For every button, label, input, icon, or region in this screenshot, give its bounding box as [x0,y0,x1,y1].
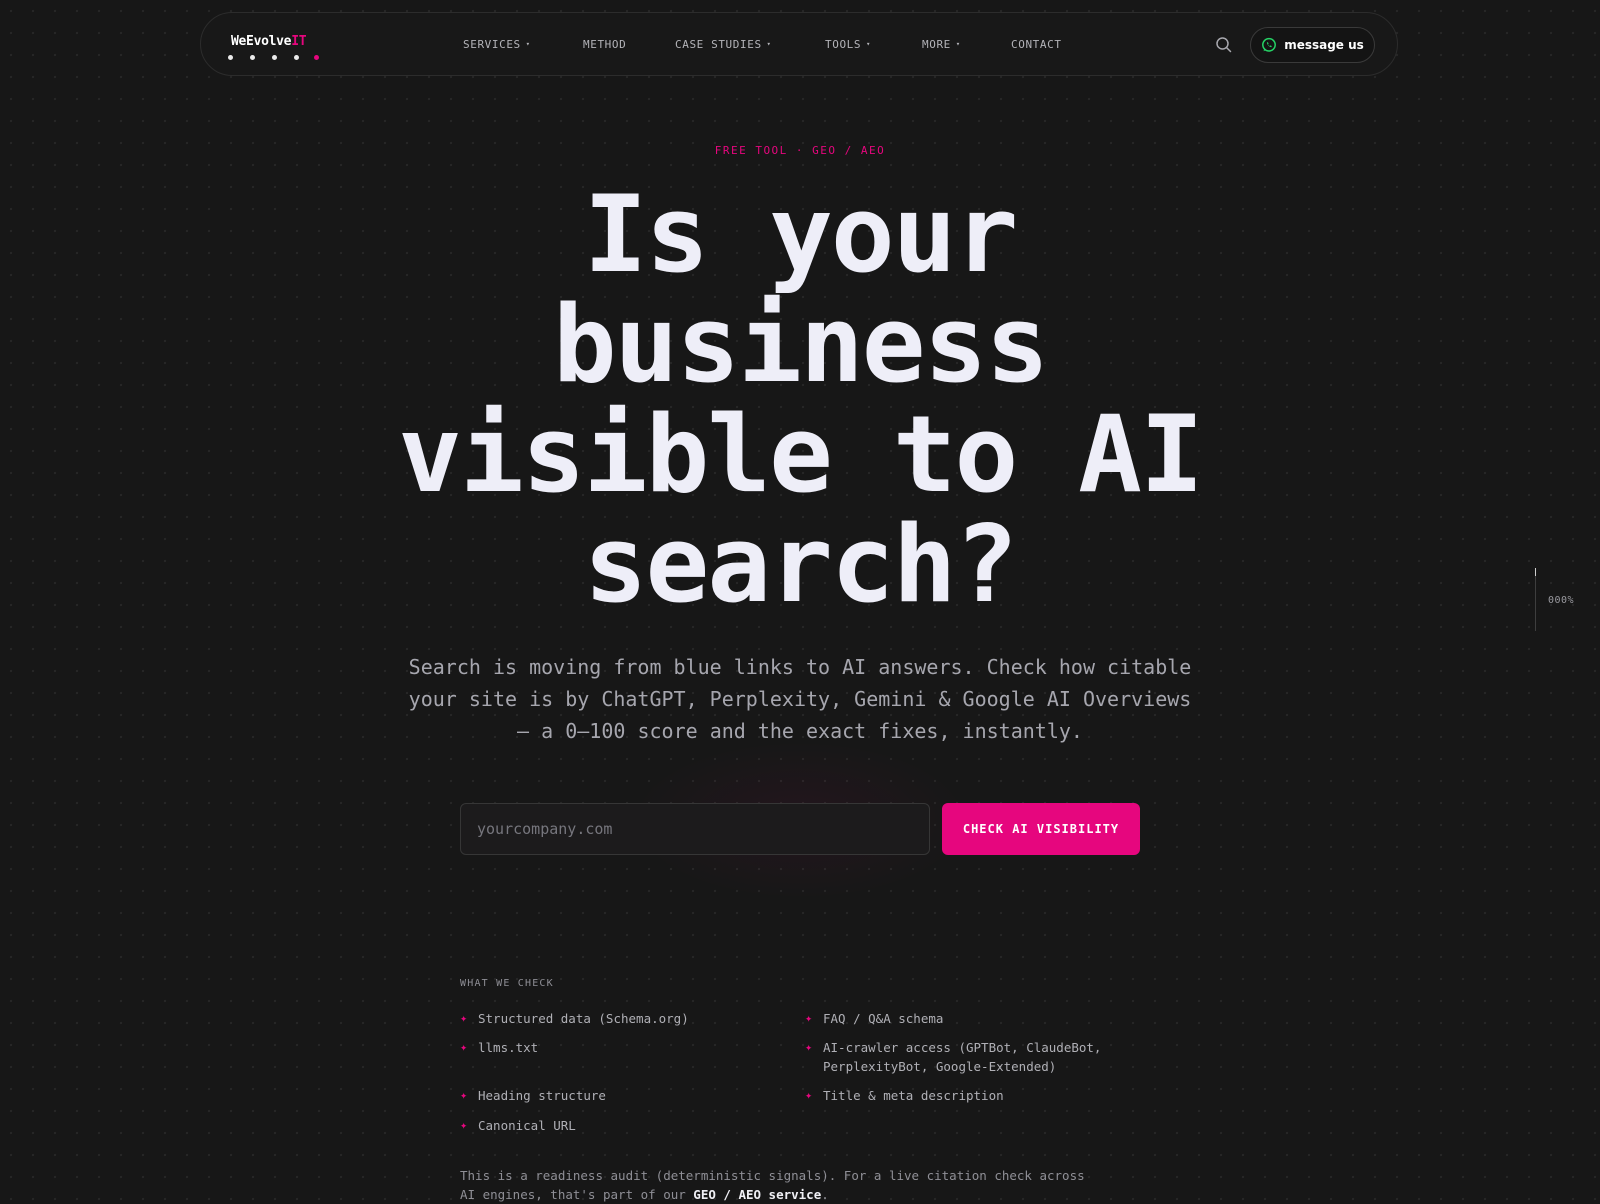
sparkle-icon: ✦ [805,1040,813,1054]
nav-item-tools[interactable]: TOOLS ▾ [825,38,871,51]
chevron-down-icon: ▾ [525,40,531,48]
check-item: ✦ Canonical URL [460,1118,576,1133]
check-item: ✦ llms.txt [460,1040,539,1055]
logo[interactable]: WeEvolveIT [228,30,319,60]
sparkle-icon: ✦ [460,1040,468,1054]
nav-item-more[interactable]: MORE ▾ [922,38,961,51]
footnote: This is a readiness audit (deterministic… [460,1168,1085,1202]
whatsapp-icon [1262,37,1277,52]
chevron-down-icon: ▾ [955,40,961,48]
nav-item-services[interactable]: SERVICES ▾ [463,38,531,51]
hero-eyebrow: FREE TOOL · GEO / AEO [714,144,886,157]
hero-headline: Is your business visible to AI search? [0,180,1600,620]
scroll-progress-track [1535,568,1536,631]
top-navigation: WeEvolveIT SERVICES ▾ METHOD CASE STUDIES… [200,12,1398,76]
nav-item-case-studies[interactable]: CASE STUDIES ▾ [675,38,772,51]
sparkle-icon: ✦ [460,1118,468,1132]
logo-dots [228,55,328,63]
search-icon[interactable] [1215,36,1233,54]
check-item: ✦ AI-crawler access (GPTBot, ClaudeBot, P… [805,1040,1102,1074]
check-item: ✦ Title & meta description [805,1088,1004,1103]
message-us-button[interactable]: message us [1250,27,1375,63]
headline-line: Is your [583,173,1019,296]
check-item: ✦ Structured data (Schema.org) [460,1011,689,1026]
chevron-down-icon: ▾ [766,40,772,48]
check-ai-visibility-button[interactable]: CHECK AI VISIBILITY [942,803,1140,855]
headline-line: visible to AI [398,393,1204,516]
sparkle-icon: ✦ [805,1088,813,1102]
website-url-input[interactable] [460,803,930,855]
check-item: ✦ Heading structure [460,1088,606,1103]
headline-line: search? [583,503,1019,626]
nav-item-contact[interactable]: CONTACT [1011,38,1062,51]
checks-title: WHAT WE CHECK [460,978,554,989]
headline-line: business [552,283,1050,406]
sparkle-icon: ✦ [460,1011,468,1025]
logo-text: WeEvolveIT [231,34,307,49]
scroll-progress-indicator [1535,568,1536,576]
hero-subtext: Search is moving from blue links to AI a… [408,655,1192,743]
nav-item-method[interactable]: METHOD [583,38,626,51]
sparkle-icon: ✦ [805,1011,813,1025]
sparkle-icon: ✦ [460,1088,468,1102]
chevron-down-icon: ▾ [866,40,871,48]
scroll-progress-label: 000% [1548,595,1575,606]
message-us-label: message us [1284,38,1364,52]
check-item: ✦ FAQ / Q&A schema [805,1011,944,1026]
